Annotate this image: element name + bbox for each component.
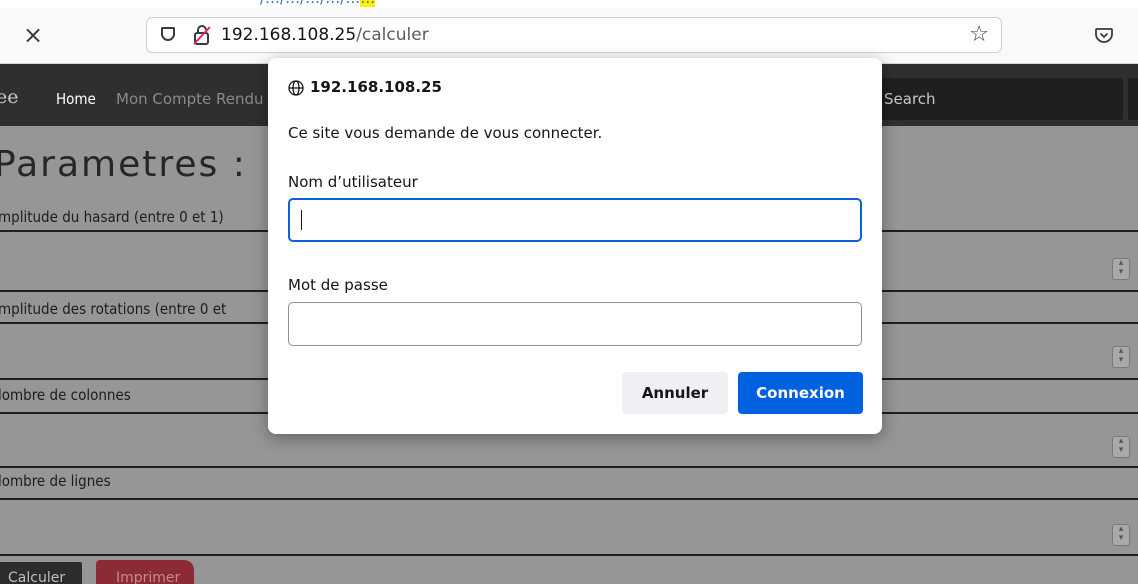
nav-compte-rendu-link[interactable]: Mon Compte Rendu <box>116 90 264 108</box>
calculer-button[interactable]: Calculer <box>0 562 82 584</box>
field-label-hasard: mplitude du hasard (entre 0 et 1) <box>0 208 224 226</box>
site-brand[interactable]: ee <box>0 86 19 108</box>
url-text: 192.168.108.25/calculer <box>221 25 429 45</box>
connect-button[interactable]: Connexion <box>738 372 863 414</box>
pocket-icon[interactable] <box>1094 25 1114 45</box>
globe-icon <box>288 80 304 96</box>
username-label: Nom d’utilisateur <box>288 173 418 191</box>
search-input[interactable]: Search <box>870 78 1123 120</box>
login-dialog: 192.168.108.25 Ce site vous demande de v… <box>268 58 882 434</box>
number-spinner[interactable]: ▴ ▾ <box>1112 258 1130 280</box>
password-input[interactable] <box>288 302 862 346</box>
cancel-button[interactable]: Annuler <box>622 372 728 414</box>
tracking-shield-icon[interactable] <box>161 27 175 41</box>
number-spinner[interactable]: ▴ ▾ <box>1112 436 1130 458</box>
search-button[interactable] <box>1128 78 1138 120</box>
number-spinner[interactable]: ▴ ▾ <box>1112 346 1130 368</box>
address-bar[interactable]: 192.168.108.25/calculer ☆ <box>146 17 1002 53</box>
imprimer-button[interactable]: Imprimer <box>96 560 194 584</box>
username-input[interactable] <box>288 198 862 242</box>
field-input-lignes[interactable] <box>0 554 1138 556</box>
field-label-colonnes: lombre de colonnes <box>0 386 131 404</box>
password-label: Mot de passe <box>288 276 388 294</box>
field-input-colonnes[interactable] <box>0 466 1138 468</box>
search-placeholder: Search <box>884 90 936 108</box>
top-cropped-link: /…/…/…/…/…… <box>260 0 376 7</box>
nav-home-link[interactable]: Home <box>56 90 96 108</box>
bookmark-star-icon[interactable]: ☆ <box>969 23 989 47</box>
page-title: Parametres : <box>0 144 247 185</box>
field-label-lignes: lombre de lignes <box>0 472 111 490</box>
insecure-lock-icon[interactable] <box>191 23 213 47</box>
text-caret <box>301 210 302 230</box>
field-label-rotations: mplitude des rotations (entre 0 et <box>0 300 227 318</box>
dialog-host: 192.168.108.25 <box>310 78 442 96</box>
browser-toolbar: × 192.168.108.25/calculer ☆ <box>0 8 1138 64</box>
divider <box>0 498 1138 500</box>
top-cropped-strip: /…/…/…/…/…… <box>0 0 1138 8</box>
number-spinner[interactable]: ▴ ▾ <box>1112 524 1130 546</box>
close-icon[interactable]: × <box>22 23 44 47</box>
dialog-message: Ce site vous demande de vous connecter. <box>288 124 603 142</box>
